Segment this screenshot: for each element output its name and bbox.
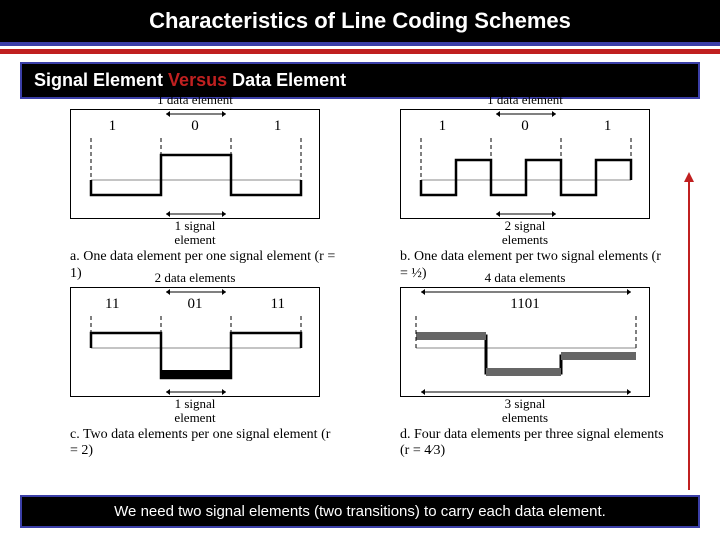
panel-c-top-label: 2 data elements <box>155 270 236 286</box>
panel-b-waveform <box>401 110 651 220</box>
panel-b-top-label: 1 data element <box>487 92 563 108</box>
divider <box>0 49 720 54</box>
panel-a-bot-label-2: element <box>174 233 215 246</box>
panel-b: 1 data element 1 0 1 2 signal elements <box>380 109 670 283</box>
panel-d-bot-label-1: 3 signal <box>505 397 546 410</box>
panel-c-waveform <box>71 288 321 398</box>
subtitle: Signal Element Versus Data Element <box>20 62 700 99</box>
panel-d: 4 data elements 1101 3 signal elements <box>380 287 670 461</box>
footer-note: We need two signal elements (two transit… <box>20 495 700 528</box>
page-title: Characteristics of Line Coding Schemes <box>0 0 720 46</box>
red-callout-arrow <box>688 180 690 490</box>
panel-d-bot-label-2: elements <box>502 411 548 424</box>
panel-d-frame: 4 data elements 1101 3 signal elements <box>400 287 650 397</box>
subtitle-post: Data Element <box>227 70 346 90</box>
panel-b-frame: 1 data element 1 0 1 2 signal elements <box>400 109 650 219</box>
diagram-grid: 1 data element 1 0 1 1 signal element <box>0 99 720 460</box>
subtitle-versus: Versus <box>168 70 227 90</box>
panel-d-top-label: 4 data elements <box>485 270 566 286</box>
panel-d-caption: d. Four data elements per three signal e… <box>380 427 670 461</box>
panel-c-caption: c. Two data elements per one signal elem… <box>50 427 340 461</box>
panel-b-bot-label-1: 2 signal <box>505 219 546 232</box>
panel-c-frame: 2 data elements 11 01 11 1 signal <box>70 287 320 397</box>
panel-c: 2 data elements 11 01 11 1 signal <box>50 287 340 461</box>
subtitle-pre: Signal Element <box>34 70 168 90</box>
panel-a: 1 data element 1 0 1 1 signal element <box>50 109 340 283</box>
panel-c-bot-label-2: element <box>174 411 215 424</box>
panel-a-waveform <box>71 110 321 220</box>
panel-c-bot-label-1: 1 signal <box>175 397 216 410</box>
panel-a-frame: 1 data element 1 0 1 1 signal element <box>70 109 320 219</box>
panel-d-waveform <box>401 288 651 398</box>
panel-a-top-label: 1 data element <box>157 92 233 108</box>
panel-b-bot-label-2: elements <box>502 233 548 246</box>
panel-a-bot-label-1: 1 signal <box>175 219 216 232</box>
